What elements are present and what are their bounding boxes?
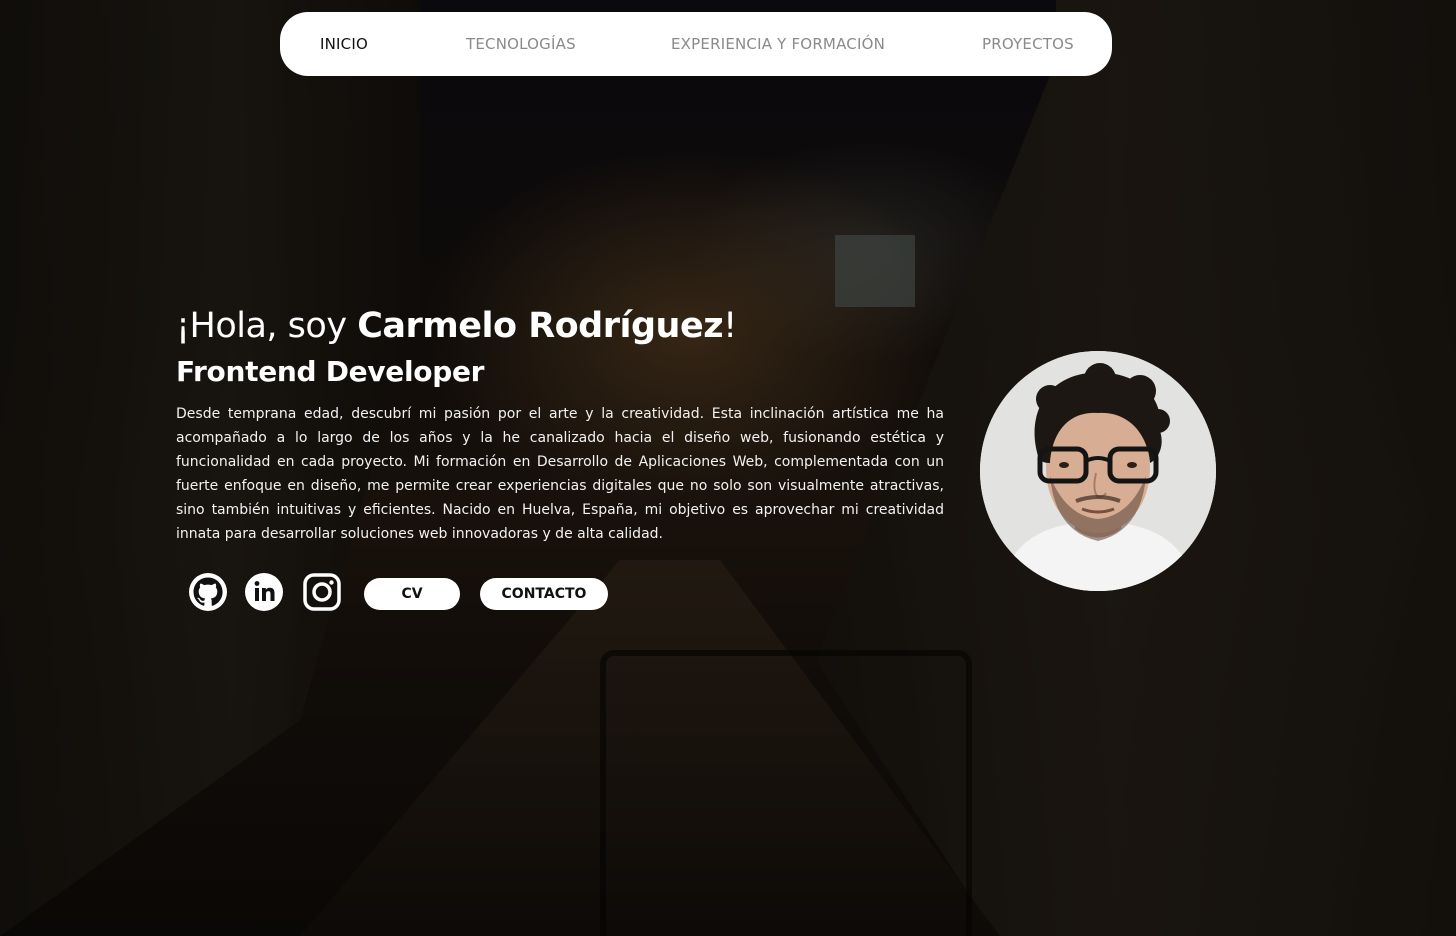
profile-photo: [980, 351, 1216, 591]
bio-paragraph: Desde temprana edad, descubrí mi pasión …: [176, 406, 944, 542]
nav-item-inicio[interactable]: INICIO: [320, 35, 368, 53]
contact-button[interactable]: CONTACTO: [480, 578, 608, 610]
instagram-icon[interactable]: [300, 570, 344, 614]
greeting-suffix: !: [723, 306, 737, 346]
nav-item-experiencia[interactable]: EXPERIENCIA Y FORMACIÓN: [671, 35, 885, 53]
developer-name: Carmelo Rodríguez: [357, 306, 724, 346]
github-icon[interactable]: [186, 570, 230, 614]
cv-button[interactable]: CV: [364, 578, 460, 610]
nav-item-tecnologias[interactable]: TECNOLOGÍAS: [466, 35, 576, 53]
role-title: Frontend Developer: [176, 355, 485, 388]
nav-item-proyectos[interactable]: PROYECTOS: [982, 35, 1074, 53]
greeting-heading: ¡Hola, soy Carmelo Rodríguez!: [176, 306, 737, 346]
linkedin-icon[interactable]: [242, 570, 286, 614]
top-nav: INICIO TECNOLOGÍAS EXPERIENCIA Y FORMACI…: [280, 12, 1112, 76]
greeting-prefix: ¡Hola, soy: [176, 306, 358, 346]
